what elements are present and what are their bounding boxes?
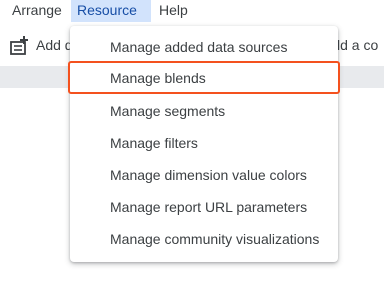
menu-item-manage-filters[interactable]: Manage filters [70,127,338,159]
menu-item-manage-segments[interactable]: Manage segments [70,95,338,127]
menu-item-manage-report-url-parameters[interactable]: Manage report URL parameters [70,191,338,223]
add-data-icon[interactable] [8,35,30,57]
menu-resource[interactable]: Resource [71,0,151,22]
menu-arrange[interactable]: Arrange [6,0,68,22]
menu-item-manage-added-data-sources[interactable]: Manage added data sources [70,31,338,63]
menu-item-manage-community-visualizations[interactable]: Manage community visualizations [70,223,338,255]
menu-bar: Arrange Resource Help [0,0,384,24]
menu-item-manage-dimension-value-colors[interactable]: Manage dimension value colors [70,159,338,191]
toolbar-right-partial-label[interactable]: ld a co [337,37,378,53]
add-data-button-label[interactable]: Add d [36,37,73,53]
highlight-annotation-box [68,61,340,94]
menu-help[interactable]: Help [153,0,194,22]
